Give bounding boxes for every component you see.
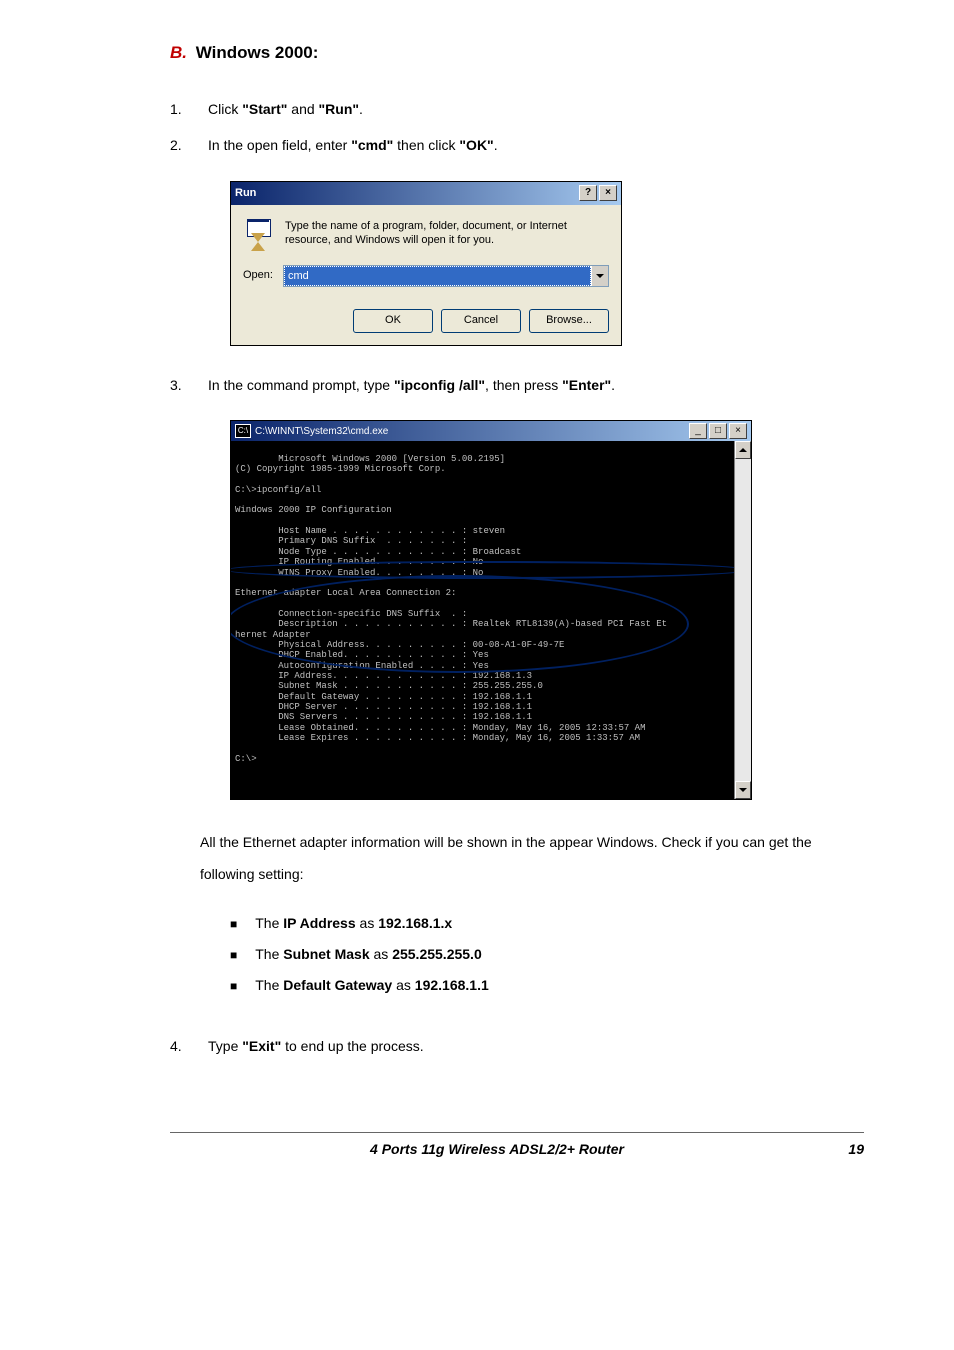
scroll-track[interactable] bbox=[735, 459, 751, 781]
check-list: ■ The IP Address as 192.168.1.x ■ The Su… bbox=[230, 908, 864, 1000]
step-text: Type "Exit" to end up the process. bbox=[208, 1031, 424, 1062]
open-label: Open: bbox=[243, 267, 273, 284]
step-text: In the open field, enter "cmd" then clic… bbox=[208, 130, 498, 161]
bullet-icon: ■ bbox=[230, 911, 237, 937]
cmd-window: C:\ C:\WINNT\System32\cmd.exe _ □ × Micr… bbox=[230, 420, 752, 800]
list-item: ■ The Subnet Mask as 255.255.255.0 bbox=[230, 939, 864, 970]
close-button[interactable]: × bbox=[729, 423, 747, 439]
step-2: 2. In the open field, enter "cmd" then c… bbox=[170, 130, 864, 161]
step-1: 1. Click "Start" and "Run". bbox=[170, 94, 864, 125]
step-3-wrap: 3. In the command prompt, type "ipconfig… bbox=[170, 370, 864, 401]
cmd-text: Microsoft Windows 2000 [Version 5.00.219… bbox=[235, 454, 667, 764]
cmd-output: Microsoft Windows 2000 [Version 5.00.219… bbox=[231, 441, 734, 799]
step-4: 4. Type "Exit" to end up the process. bbox=[170, 1031, 864, 1062]
run-title-text: Run bbox=[235, 185, 256, 202]
run-description: Type the name of a program, folder, docu… bbox=[285, 219, 609, 249]
steps-1-2: 1. Click "Start" and "Run". 2. In the op… bbox=[170, 94, 864, 162]
cmd-titlebar: C:\ C:\WINNT\System32\cmd.exe _ □ × bbox=[231, 421, 751, 441]
heading-title: Windows 2000: bbox=[196, 43, 319, 62]
close-icon: × bbox=[735, 426, 741, 436]
close-icon: × bbox=[605, 188, 611, 198]
cmd-icon: C:\ bbox=[235, 424, 251, 438]
section-heading: B. Windows 2000: bbox=[170, 40, 864, 66]
run-icon bbox=[243, 219, 275, 251]
question-icon: ? bbox=[585, 188, 591, 198]
list-item: ■ The IP Address as 192.168.1.x bbox=[230, 908, 864, 939]
cancel-button[interactable]: Cancel bbox=[441, 309, 521, 333]
step-3: 3. In the command prompt, type "ipconfig… bbox=[170, 370, 864, 401]
step-text: In the command prompt, type "ipconfig /a… bbox=[208, 370, 615, 401]
step-number: 1. bbox=[170, 94, 184, 125]
footer-title: 4 Ports 11g Wireless ADSL2/2+ Router bbox=[170, 1139, 824, 1160]
step-text: Click "Start" and "Run". bbox=[208, 94, 363, 125]
step-4-wrap: 4. Type "Exit" to end up the process. bbox=[170, 1031, 864, 1062]
bullet-icon: ■ bbox=[230, 942, 237, 968]
help-button[interactable]: ? bbox=[579, 185, 597, 201]
ok-button[interactable]: OK bbox=[353, 309, 433, 333]
step-number: 3. bbox=[170, 370, 184, 401]
explanation-text: All the Ethernet adapter information wil… bbox=[200, 826, 864, 890]
list-item: ■ The Default Gateway as 192.168.1.1 bbox=[230, 970, 864, 1001]
page-footer: 4 Ports 11g Wireless ADSL2/2+ Router 19 bbox=[170, 1132, 864, 1160]
run-titlebar: Run ? × bbox=[231, 182, 621, 205]
maximize-icon: □ bbox=[715, 426, 721, 436]
maximize-button[interactable]: □ bbox=[709, 423, 727, 439]
scrollbar[interactable] bbox=[734, 441, 751, 799]
step-number: 2. bbox=[170, 130, 184, 161]
scroll-down-icon[interactable] bbox=[735, 781, 751, 799]
step-number: 4. bbox=[170, 1031, 184, 1062]
open-value: cmd bbox=[284, 266, 591, 286]
scroll-up-icon[interactable] bbox=[735, 441, 751, 459]
chevron-down-icon[interactable] bbox=[591, 266, 608, 286]
minimize-button[interactable]: _ bbox=[689, 423, 707, 439]
browse-button[interactable]: Browse... bbox=[529, 309, 609, 333]
close-button[interactable]: × bbox=[599, 185, 617, 201]
bullet-icon: ■ bbox=[230, 973, 237, 999]
minimize-icon: _ bbox=[695, 426, 701, 436]
open-combobox[interactable]: cmd bbox=[283, 265, 609, 287]
run-dialog: Run ? × Type the name of a program, fold… bbox=[230, 181, 622, 346]
page-number: 19 bbox=[824, 1139, 864, 1160]
heading-prefix: B. bbox=[170, 43, 187, 62]
cmd-title-text: C:\WINNT\System32\cmd.exe bbox=[255, 424, 388, 439]
